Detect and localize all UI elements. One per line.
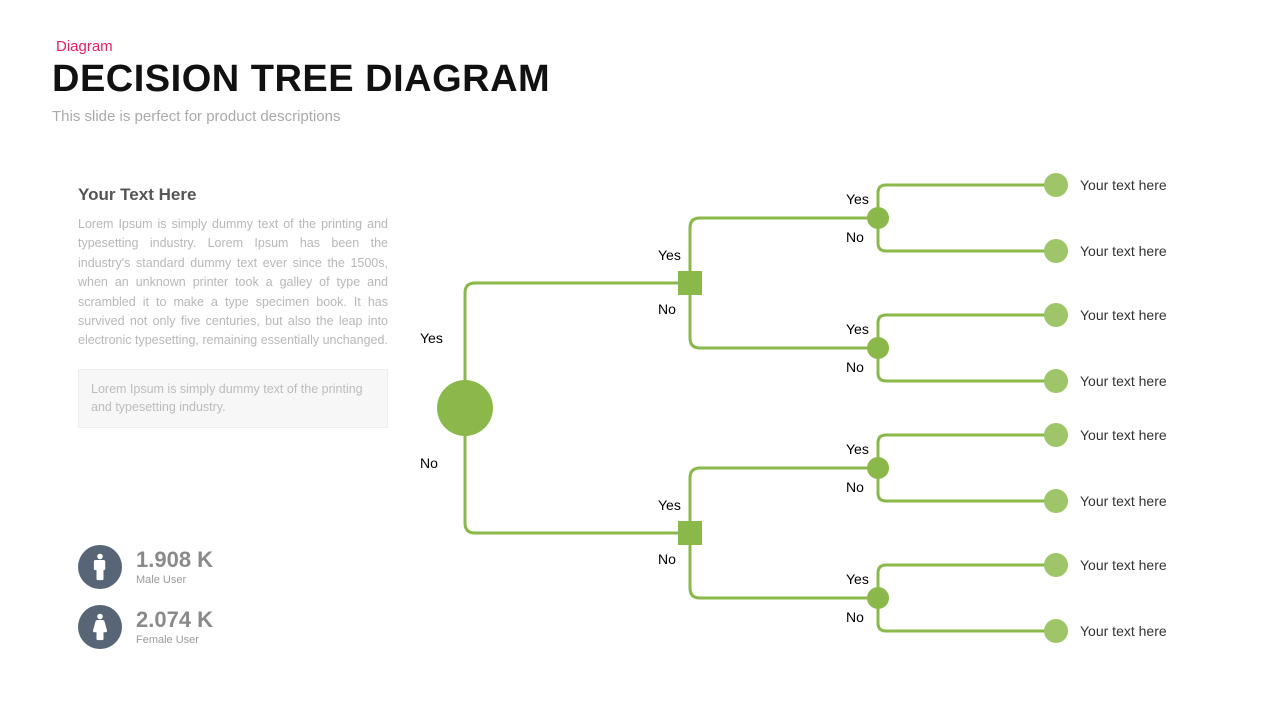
stat-female-label: Female User [136,634,213,646]
side-callout: Lorem Ipsum is simply dummy text of the … [78,369,388,429]
l3-node-4 [867,587,889,609]
eyebrow: Diagram [56,38,113,55]
stats-block: 1.908 K Male User 2.074 K Female User [78,545,213,665]
leaf-3 [1044,303,1068,327]
leaf-label-6: Your text here [1080,493,1167,509]
root-no: No [420,455,438,471]
side-body: Lorem Ipsum is simply dummy text of the … [78,215,388,351]
l2b-no: No [658,551,676,567]
l2t-no: No [658,301,676,317]
l2t-yes: Yes [658,247,681,263]
leaf-label-4: Your text here [1080,373,1167,389]
leaf-label-8: Your text here [1080,623,1167,639]
l3c-yes: Yes [846,441,869,457]
leaf-2 [1044,239,1068,263]
l3d-no: No [846,609,864,625]
decision-tree: Yes No Yes No Yes No Yes No Yes No Yes N… [400,155,1260,695]
leaf-label-5: Your text here [1080,427,1167,443]
leaf-5 [1044,423,1068,447]
stat-male-value: 1.908 K [136,549,213,571]
l3-node-3 [867,457,889,479]
text-panel: Your Text Here Lorem Ipsum is simply dum… [78,185,388,428]
l2b-yes: Yes [658,497,681,513]
stat-male: 1.908 K Male User [78,545,213,589]
l3d-yes: Yes [846,571,869,587]
female-icon [78,605,122,649]
l3c-no: No [846,479,864,495]
l3-node-1 [867,207,889,229]
leaf-label-3: Your text here [1080,307,1167,323]
subtitle: This slide is perfect for product descri… [52,108,340,125]
leaf-label-1: Your text here [1080,177,1167,193]
stat-female: 2.074 K Female User [78,605,213,649]
l3b-yes: Yes [846,321,869,337]
root-node [437,380,493,436]
l3a-yes: Yes [846,191,869,207]
l3b-no: No [846,359,864,375]
page-title: DECISION TREE DIAGRAM [52,58,550,101]
side-heading: Your Text Here [78,185,388,205]
male-icon [78,545,122,589]
leaf-8 [1044,619,1068,643]
stat-female-value: 2.074 K [136,609,213,631]
leaf-4 [1044,369,1068,393]
leaf-1 [1044,173,1068,197]
leaf-label-7: Your text here [1080,557,1167,573]
tree-svg [400,155,1260,695]
l3a-no: No [846,229,864,245]
root-yes: Yes [420,330,443,346]
l3-node-2 [867,337,889,359]
stat-male-label: Male User [136,574,213,586]
leaf-6 [1044,489,1068,513]
leaf-7 [1044,553,1068,577]
leaf-label-2: Your text here [1080,243,1167,259]
l2-node-top [678,271,702,295]
l2-node-bottom [678,521,702,545]
